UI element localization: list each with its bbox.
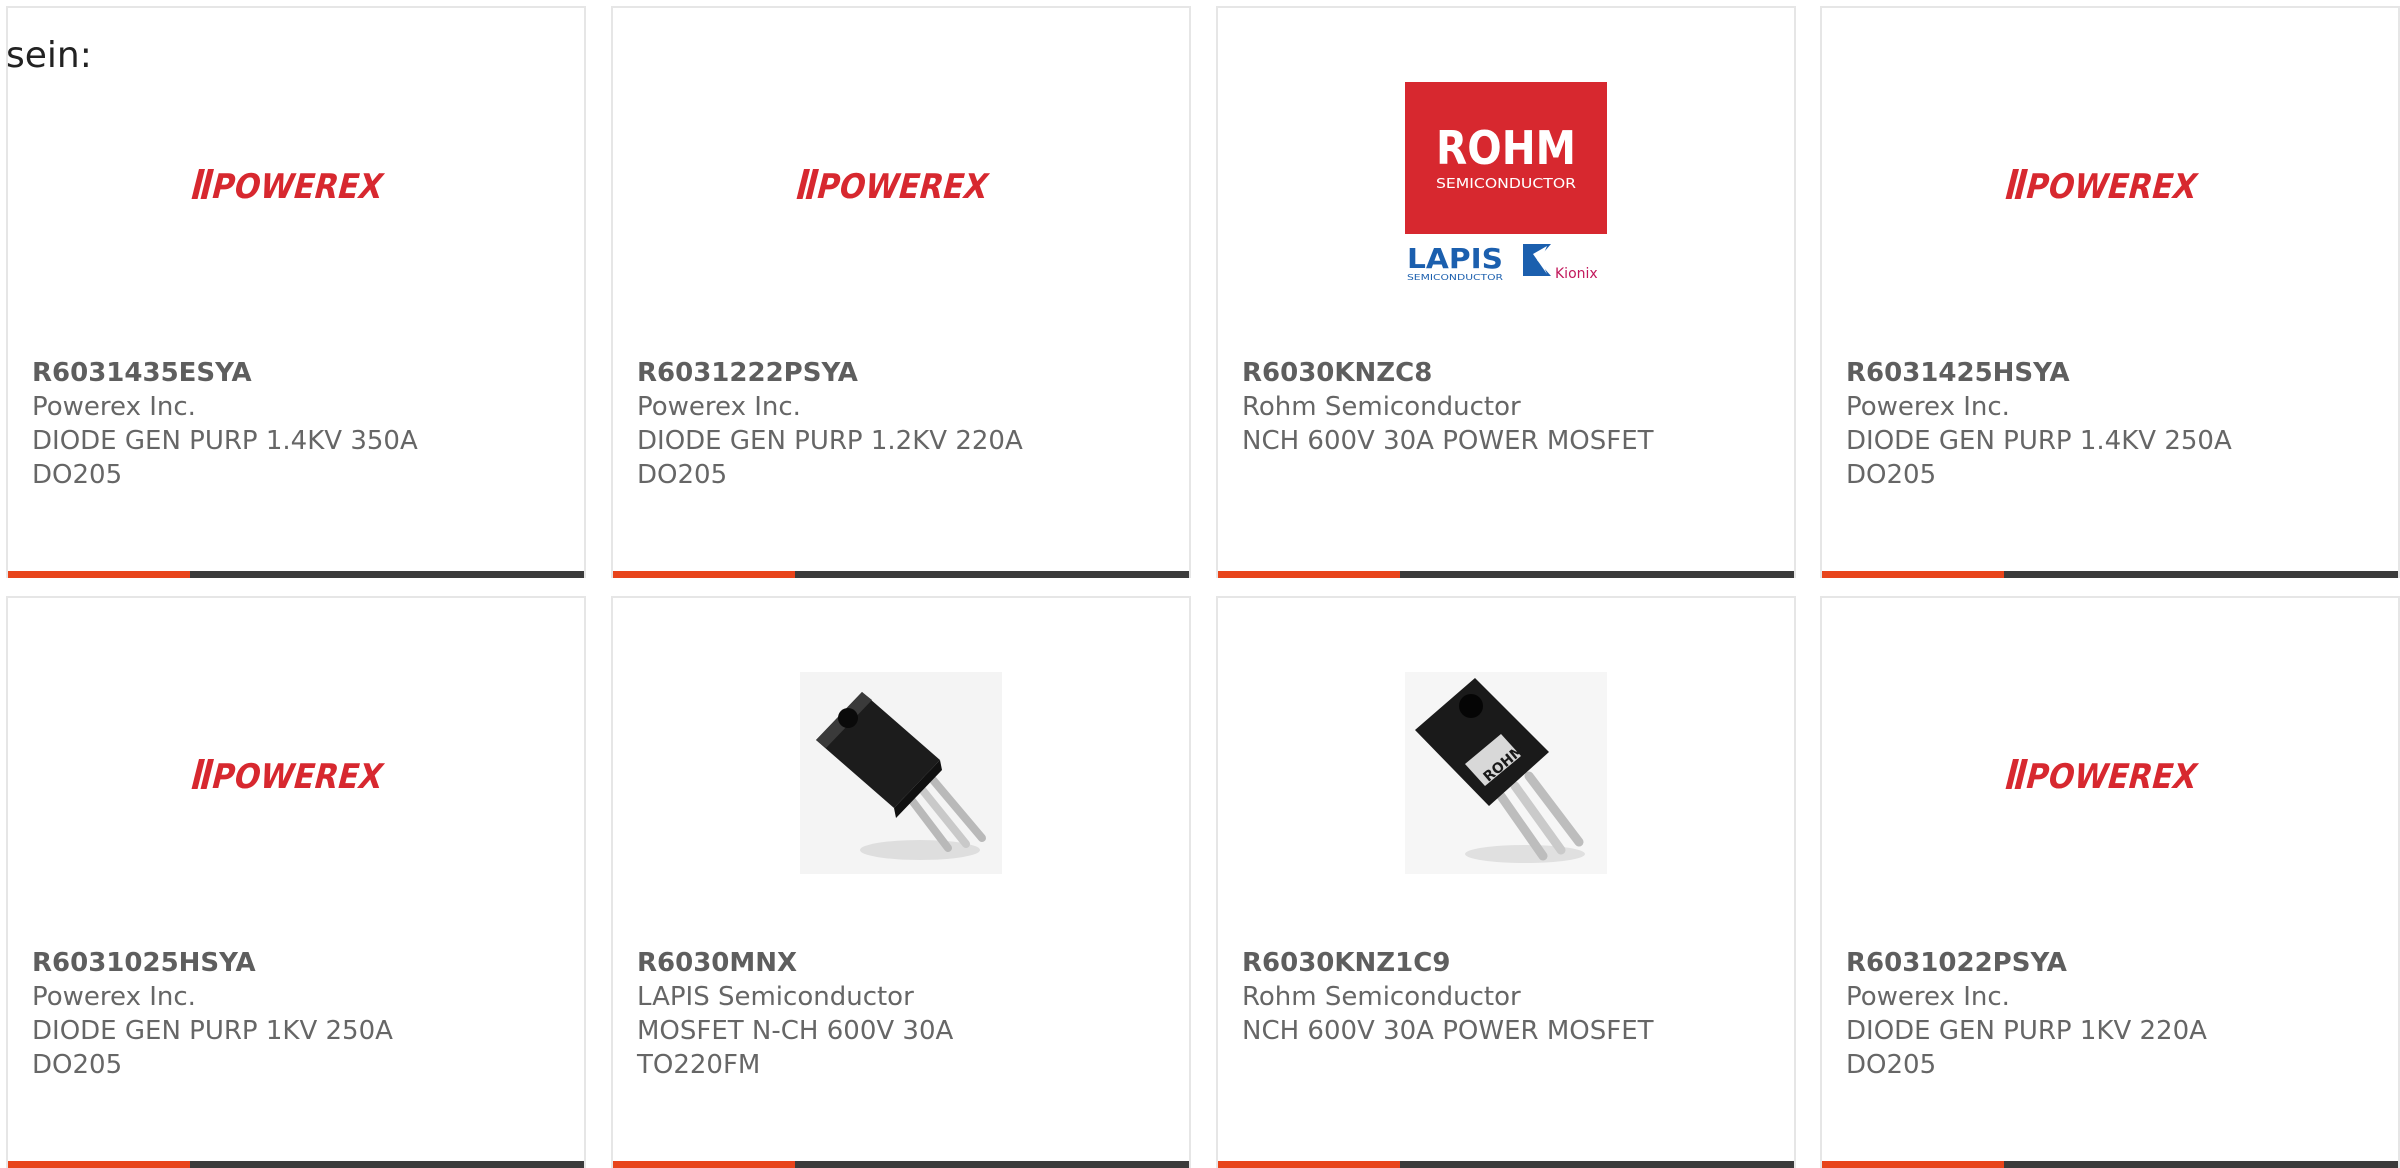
card-bar [8,1161,584,1168]
svg-text:ROHM: ROHM [1436,121,1576,175]
product-card[interactable]: POWEREX R6031222PSYA Powerex Inc. DIODE … [611,6,1191,578]
package: DO205 [1846,460,1937,490]
manufacturer: Rohm Semiconductor [1242,392,1521,422]
part-number[interactable]: R6030KNZ1C9 [1242,946,1778,980]
product-image: POWEREX [1822,658,2398,888]
package: DO205 [32,460,123,490]
product-card[interactable]: POWEREX R6031025HSYA Powerex Inc. DIODE … [6,596,586,1168]
product-card[interactable]: POWEREX R6031022PSYA Powerex Inc. DIODE … [1820,596,2400,1168]
part-number[interactable]: R6031025HSYA [32,946,568,980]
card-bar [8,571,584,578]
product-card[interactable]: POWEREX R6031425HSYA Powerex Inc. DIODE … [1820,6,2400,578]
product-card[interactable]: POWEREX R6031435ESYA Powerex Inc. DIODE … [6,6,586,578]
manufacturer: LAPIS Semiconductor [637,982,914,1012]
product-image: POWEREX [613,68,1189,298]
part-number[interactable]: R6031022PSYA [1846,946,2382,980]
product-image: ROHM [1218,658,1794,888]
svg-text:SEMICONDUCTOR: SEMICONDUCTOR [1436,177,1576,192]
part-number[interactable]: R6031222PSYA [637,356,1173,390]
package: DO205 [32,1050,123,1080]
card-bar [1822,1161,2398,1168]
manufacturer: Powerex Inc. [637,392,801,422]
description: DIODE GEN PURP 1.4KV 350A [32,426,418,456]
manufacturer: Powerex Inc. [32,982,196,1012]
powerex-logo: POWEREX [2005,757,2202,795]
intro-text: sein: [6,35,92,76]
svg-text:POWEREX: POWEREX [2022,757,2202,795]
product-image: POWEREX [8,68,584,298]
powerex-logo: POWEREX [191,757,388,795]
svg-text:POWEREX: POWEREX [208,167,388,205]
product-image: POWEREX [8,658,584,888]
part-number[interactable]: R6031425HSYA [1846,356,2382,390]
description: NCH 600V 30A POWER MOSFET [1242,426,1654,456]
card-bar [1822,571,2398,578]
description: MOSFET N-CH 600V 30A [637,1016,954,1046]
card-bar [1218,571,1794,578]
manufacturer: Powerex Inc. [32,392,196,422]
product-image [613,658,1189,888]
svg-text:SEMICONDUCTOR: SEMICONDUCTOR [1407,273,1504,282]
product-card[interactable]: R6030MNX LAPIS Semiconductor MOSFET N-CH… [611,596,1191,1168]
description: NCH 600V 30A POWER MOSFET [1242,1016,1654,1046]
description: DIODE GEN PURP 1KV 250A [32,1016,393,1046]
part-number[interactable]: R6030MNX [637,946,1173,980]
manufacturer: Rohm Semiconductor [1242,982,1521,1012]
product-image: ROHM SEMICONDUCTOR LAPIS SEMICONDUCTOR K… [1218,68,1794,298]
description: DIODE GEN PURP 1.4KV 250A [1846,426,2232,456]
manufacturer: Powerex Inc. [1846,982,2010,1012]
to220fm-package-photo [800,672,1002,874]
svg-text:Kionix: Kionix [1555,266,1598,282]
product-card[interactable]: ROHM R6030KNZ1C9 Rohm Semiconductor NCH … [1216,596,1796,1168]
powerex-logo: POWEREX [191,167,388,205]
product-image: POWEREX [1822,68,2398,298]
card-bar [1218,1161,1794,1168]
svg-text:POWEREX: POWEREX [208,757,388,795]
part-number[interactable]: R6030KNZC8 [1242,356,1778,390]
powerex-logo: POWEREX [796,167,993,205]
package: DO205 [1846,1050,1937,1080]
description: DIODE GEN PURP 1.2KV 220A [637,426,1023,456]
svg-text:LAPIS: LAPIS [1407,242,1503,275]
card-bar [613,1161,1189,1168]
product-card[interactable]: ROHM SEMICONDUCTOR LAPIS SEMICONDUCTOR K… [1216,6,1796,578]
package: DO205 [637,460,728,490]
powerex-logo: POWEREX [2005,167,2202,205]
package: TO220FM [637,1050,761,1080]
part-number[interactable]: R6031435ESYA [32,356,568,390]
to247-package-photo: ROHM [1405,672,1607,874]
card-bar [613,571,1189,578]
svg-text:POWEREX: POWEREX [813,167,993,205]
manufacturer: Powerex Inc. [1846,392,2010,422]
description: DIODE GEN PURP 1KV 220A [1846,1016,2207,1046]
rohm-lapis-kionix-logo: ROHM SEMICONDUCTOR LAPIS SEMICONDUCTOR K… [1405,82,1607,282]
svg-text:POWEREX: POWEREX [2022,167,2202,205]
